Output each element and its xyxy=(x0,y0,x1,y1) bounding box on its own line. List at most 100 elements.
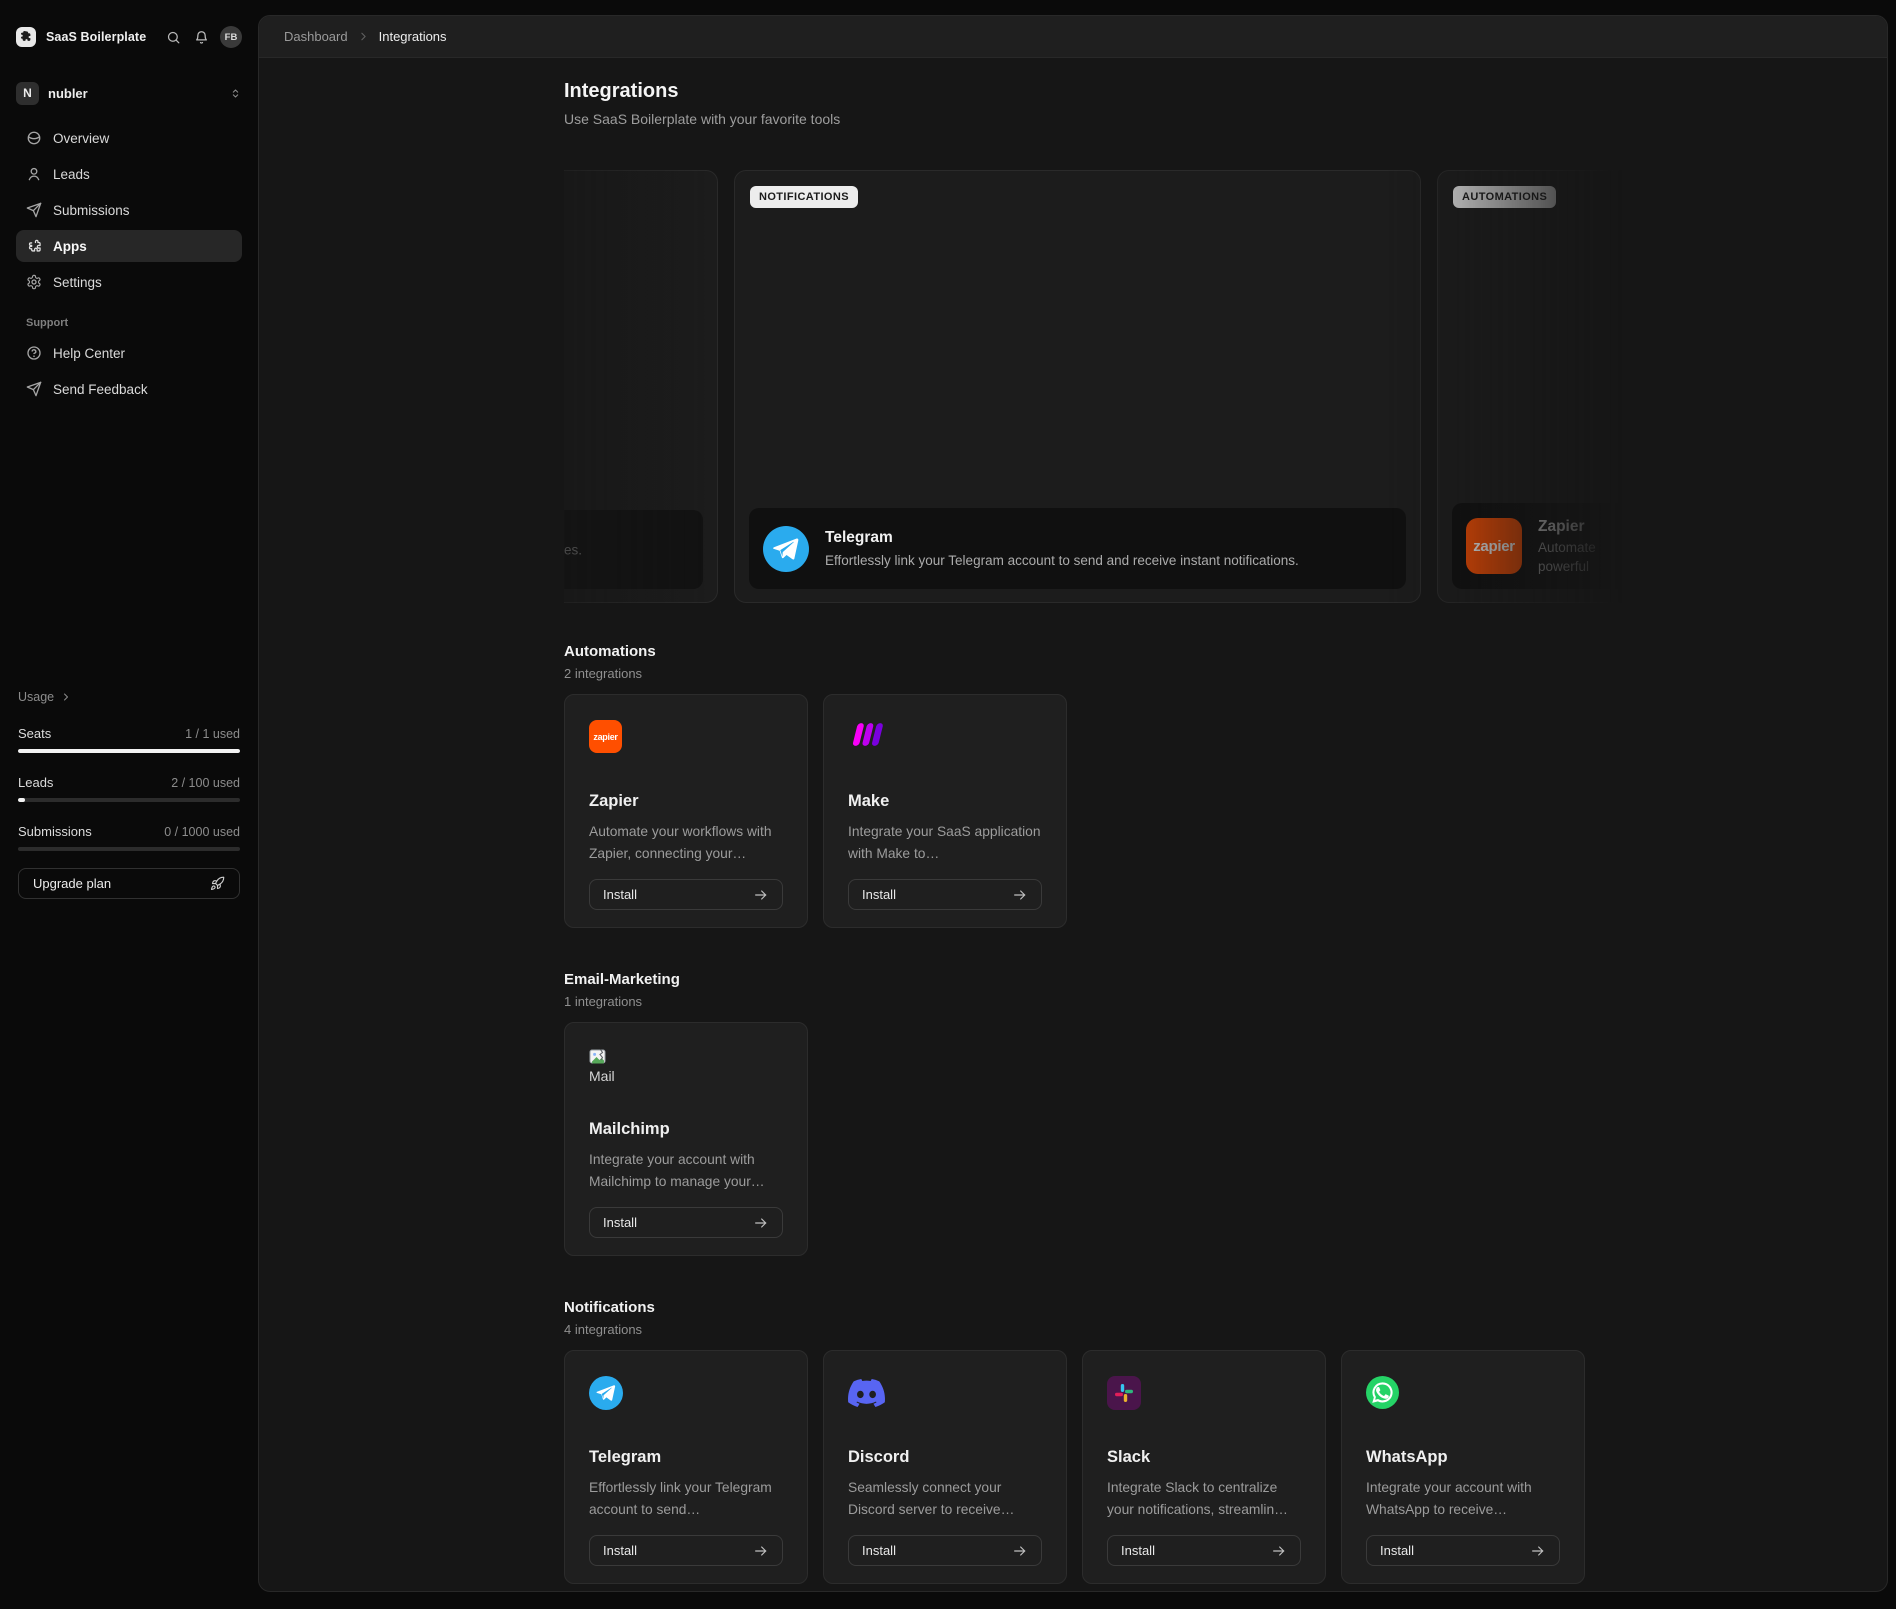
slide-app-description: powerful xyxy=(1538,558,1596,575)
notifications-bell-icon[interactable] xyxy=(190,26,212,48)
sidebar-item-leads[interactable]: Leads xyxy=(16,158,242,190)
leads-progress-bar xyxy=(18,798,240,802)
app-description: Integrate your account with WhatsApp to … xyxy=(1366,1477,1560,1521)
arrow-right-icon xyxy=(1530,1543,1546,1559)
sidebar-item-apps[interactable]: Apps xyxy=(16,230,242,262)
sidebar-item-overview[interactable]: Overview xyxy=(16,122,242,154)
usage-row-seats: Seats 1 / 1 used xyxy=(18,726,240,753)
search-icon[interactable] xyxy=(162,26,184,48)
whatsapp-logo-icon xyxy=(1366,1376,1399,1409)
seats-progress-bar xyxy=(18,749,240,753)
sidebar-item-settings[interactable]: Settings xyxy=(16,266,242,298)
usage-row-leads: Leads 2 / 100 used xyxy=(18,775,240,802)
sidebar-item-send-feedback[interactable]: Send Feedback xyxy=(16,373,242,405)
section-title-automations: Automations xyxy=(564,642,1585,661)
support-section-label: Support xyxy=(16,317,242,329)
brand-logo-icon xyxy=(16,27,36,47)
app-card-telegram: Telegram Effortlessly link your Telegram… xyxy=(564,1350,808,1584)
app-card-discord: Discord Seamlessly connect your Discord … xyxy=(823,1350,1067,1584)
truncated-description-tail: es. xyxy=(564,542,582,557)
send-icon xyxy=(26,202,42,218)
brand-name: SaaS Boilerplate xyxy=(46,30,146,44)
app-name: Telegram xyxy=(589,1446,783,1468)
sidebar-item-submissions[interactable]: Submissions xyxy=(16,194,242,226)
chevron-right-icon xyxy=(60,691,72,703)
section-count: 2 integrations xyxy=(564,666,1585,682)
puzzle-icon xyxy=(26,238,42,254)
workspace-name: nubler xyxy=(48,86,88,101)
make-logo-icon xyxy=(848,720,888,749)
carousel-track: es. NOTIFICATIONS Telegram Effortlessly … xyxy=(564,170,1887,603)
install-button[interactable]: Install xyxy=(1107,1535,1301,1566)
carousel-slide-zapier[interactable]: AUTOMATIONS zapier Zapier Automate power… xyxy=(1437,170,1887,603)
breadcrumb-current: Integrations xyxy=(379,29,447,44)
install-button[interactable]: Install xyxy=(848,1535,1042,1566)
arrow-right-icon xyxy=(753,1543,769,1559)
install-button[interactable]: Install xyxy=(848,879,1042,910)
install-button[interactable]: Install xyxy=(589,879,783,910)
featured-carousel: es. NOTIFICATIONS Telegram Effortlessly … xyxy=(564,170,1887,603)
usage-row-submissions: Submissions 0 / 1000 used xyxy=(18,824,240,851)
carousel-slide-previous[interactable]: es. xyxy=(564,170,718,603)
install-button[interactable]: Install xyxy=(589,1535,783,1566)
upgrade-plan-button[interactable]: Upgrade plan xyxy=(18,868,240,899)
install-button[interactable]: Install xyxy=(1366,1535,1560,1566)
page-subtitle: Use SaaS Boilerplate with your favorite … xyxy=(564,110,1887,128)
rocket-icon xyxy=(210,876,225,891)
main-panel: Dashboard Integrations Integrations Use … xyxy=(258,15,1888,1592)
notifications-grid: Telegram Effortlessly link your Telegram… xyxy=(564,1350,1585,1584)
arrow-right-icon xyxy=(1012,1543,1028,1559)
discord-logo-icon xyxy=(848,1379,885,1407)
app-card-slack: Slack Integrate Slack to centralize your… xyxy=(1082,1350,1326,1584)
install-button[interactable]: Install xyxy=(589,1207,783,1238)
usage-value: 1 / 1 used xyxy=(185,727,240,741)
section-count: 1 integrations xyxy=(564,994,1585,1010)
app-name: Mailchimp xyxy=(589,1118,783,1140)
section-title-notifications: Notifications xyxy=(564,1298,1585,1317)
help-circle-icon xyxy=(26,345,42,361)
sidebar-item-help-center[interactable]: Help Center xyxy=(16,337,242,369)
image-alt-text: Mail xyxy=(589,1068,615,1084)
app-description: Integrate your SaaS application with Mak… xyxy=(848,821,1042,865)
user-avatar[interactable]: FB xyxy=(220,26,242,48)
integration-sections: Automations 2 integrations zapier Zapier… xyxy=(564,642,1585,1584)
workspace-badge: N xyxy=(16,82,39,105)
gear-icon xyxy=(26,274,42,290)
submissions-progress-bar xyxy=(18,847,240,851)
app-description: Integrate Slack to centralize your notif… xyxy=(1107,1477,1301,1521)
user-icon xyxy=(26,166,42,182)
carousel-slide-telegram[interactable]: NOTIFICATIONS Telegram Effortlessly link… xyxy=(734,170,1421,603)
usage-value: 0 / 1000 used xyxy=(164,825,240,839)
chevrons-up-down-icon xyxy=(229,87,242,100)
app-description: Integrate your account with Mailchimp to… xyxy=(589,1149,783,1193)
slide-overlay: Telegram Effortlessly link your Telegram… xyxy=(749,508,1406,589)
app-name: WhatsApp xyxy=(1366,1446,1560,1468)
app-description: Effortlessly link your Telegram account … xyxy=(589,1477,783,1521)
paper-plane-icon xyxy=(26,381,42,397)
email-marketing-grid: Mail Mailchimp Integrate your account wi… xyxy=(564,1022,1585,1256)
app-description: Automate your workflows with Zapier, con… xyxy=(589,821,783,865)
slack-logo-icon xyxy=(1107,1376,1141,1410)
arrow-right-icon xyxy=(753,887,769,903)
breadcrumb: Dashboard Integrations xyxy=(259,16,1887,58)
telegram-logo-icon xyxy=(763,526,809,572)
arrow-right-icon xyxy=(1271,1543,1287,1559)
usage-panel: Usage Seats 1 / 1 used Leads 2 / 100 use… xyxy=(16,690,242,899)
slide-app-name: Telegram xyxy=(825,528,1299,547)
workspace-switcher[interactable]: N nubler xyxy=(16,81,242,105)
zapier-logo-icon: zapier xyxy=(1466,518,1522,574)
overview-icon xyxy=(26,130,42,146)
app-name: Discord xyxy=(848,1446,1042,1468)
category-badge: AUTOMATIONS xyxy=(1453,186,1556,208)
breadcrumb-dashboard[interactable]: Dashboard xyxy=(284,29,348,44)
app-card-make: Make Integrate your SaaS application wit… xyxy=(823,694,1067,928)
broken-image-icon xyxy=(589,1048,615,1065)
slide-app-description: Automate xyxy=(1538,539,1596,556)
section-title-email-marketing: Email-Marketing xyxy=(564,970,1585,989)
integrations-page: Integrations Use SaaS Boilerplate with y… xyxy=(259,58,1887,1591)
app-name: Make xyxy=(848,790,1042,812)
app-card-zapier: zapier Zapier Automate your workflows wi… xyxy=(564,694,808,928)
slide-app-description: Effortlessly link your Telegram account … xyxy=(825,552,1299,569)
app-name: Slack xyxy=(1107,1446,1301,1468)
usage-link[interactable]: Usage xyxy=(18,690,240,704)
